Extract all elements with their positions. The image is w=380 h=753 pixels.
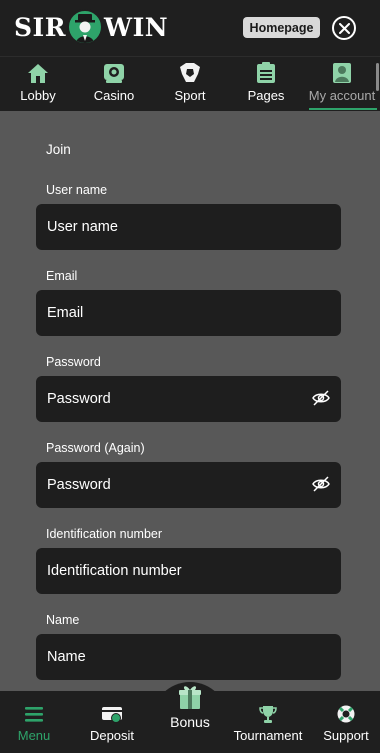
nav-tournament-label: Tournament bbox=[233, 728, 303, 743]
tab-my-account-label: My account bbox=[308, 88, 376, 103]
nav-deposit-label: Deposit bbox=[89, 728, 135, 743]
username-label: User name bbox=[46, 183, 108, 197]
password-again-placeholder: Password bbox=[47, 477, 111, 493]
nav-menu[interactable]: Menu bbox=[4, 691, 64, 753]
tab-pages-label: Pages bbox=[247, 88, 285, 103]
nav-support-label: Support bbox=[323, 728, 369, 743]
name-field[interactable]: Name bbox=[36, 634, 341, 680]
tab-casino[interactable]: Casino bbox=[76, 57, 152, 111]
lifebuoy-icon bbox=[336, 703, 356, 725]
identification-number-field[interactable]: Identification number bbox=[36, 548, 341, 594]
pages-list-icon bbox=[256, 62, 276, 84]
identification-number-placeholder: Identification number bbox=[47, 563, 182, 579]
username-placeholder: User name bbox=[47, 219, 118, 235]
eye-hidden-icon[interactable] bbox=[312, 476, 330, 497]
identification-number-label: Identification number bbox=[46, 527, 163, 541]
logo-text-right: WIN bbox=[104, 12, 169, 42]
nav-tournament[interactable]: Tournament bbox=[228, 691, 308, 753]
tab-sport-label: Sport bbox=[174, 88, 206, 103]
header: SIR WIN Homepage bbox=[0, 0, 380, 56]
nav-menu-label: Menu bbox=[17, 728, 51, 743]
nav-bonus-label: Bonus bbox=[170, 714, 210, 730]
tab-sport[interactable]: Sport bbox=[152, 57, 228, 111]
bottom-nav: Menu Deposit Bonus Tournament Support bbox=[0, 686, 380, 753]
name-label: Name bbox=[46, 613, 80, 627]
active-tab-indicator bbox=[309, 108, 377, 110]
tab-lobby[interactable]: Lobby bbox=[0, 57, 76, 111]
email-label: Email bbox=[46, 269, 78, 283]
nav-deposit[interactable]: Deposit bbox=[82, 691, 142, 753]
password-again-label: Password (Again) bbox=[46, 441, 145, 455]
nav-bonus[interactable]: Bonus bbox=[160, 684, 220, 746]
tab-my-account[interactable]: My account bbox=[304, 57, 380, 111]
password-placeholder: Password bbox=[47, 391, 111, 407]
join-title: Join bbox=[46, 142, 71, 157]
password-field[interactable]: Password bbox=[36, 376, 341, 422]
logo-text-left: SIR bbox=[14, 12, 67, 42]
eye-hidden-icon[interactable] bbox=[312, 390, 330, 411]
email-placeholder: Email bbox=[47, 305, 84, 321]
password-label: Password bbox=[46, 355, 101, 369]
tab-casino-label: Casino bbox=[93, 88, 135, 103]
user-icon bbox=[330, 62, 354, 84]
homepage-button[interactable]: Homepage bbox=[243, 17, 320, 38]
casino-chip-icon bbox=[102, 62, 126, 84]
trophy-icon bbox=[258, 703, 278, 725]
tab-lobby-label: Lobby bbox=[20, 88, 56, 103]
logo-character-icon bbox=[67, 9, 104, 45]
hamburger-menu-icon bbox=[24, 703, 44, 725]
top-nav-scrollbar[interactable] bbox=[376, 63, 379, 91]
password-again-field[interactable]: Password bbox=[36, 462, 341, 508]
close-icon[interactable] bbox=[332, 16, 356, 40]
home-icon bbox=[27, 62, 49, 84]
name-placeholder: Name bbox=[47, 649, 86, 665]
gift-icon bbox=[178, 684, 202, 710]
sirwin-logo[interactable]: SIR WIN bbox=[14, 6, 168, 48]
nav-support[interactable]: Support bbox=[316, 691, 376, 753]
top-nav: Lobby Casino Sport Pages My account bbox=[0, 56, 380, 111]
tab-pages[interactable]: Pages bbox=[228, 57, 304, 111]
deposit-wallet-icon bbox=[101, 703, 123, 725]
email-field[interactable]: Email bbox=[36, 290, 341, 336]
app-root: SIR WIN Homepage Lobby Casino Sport Page… bbox=[0, 0, 380, 753]
soccer-ball-icon bbox=[178, 62, 202, 84]
username-field[interactable]: User name bbox=[36, 204, 341, 250]
